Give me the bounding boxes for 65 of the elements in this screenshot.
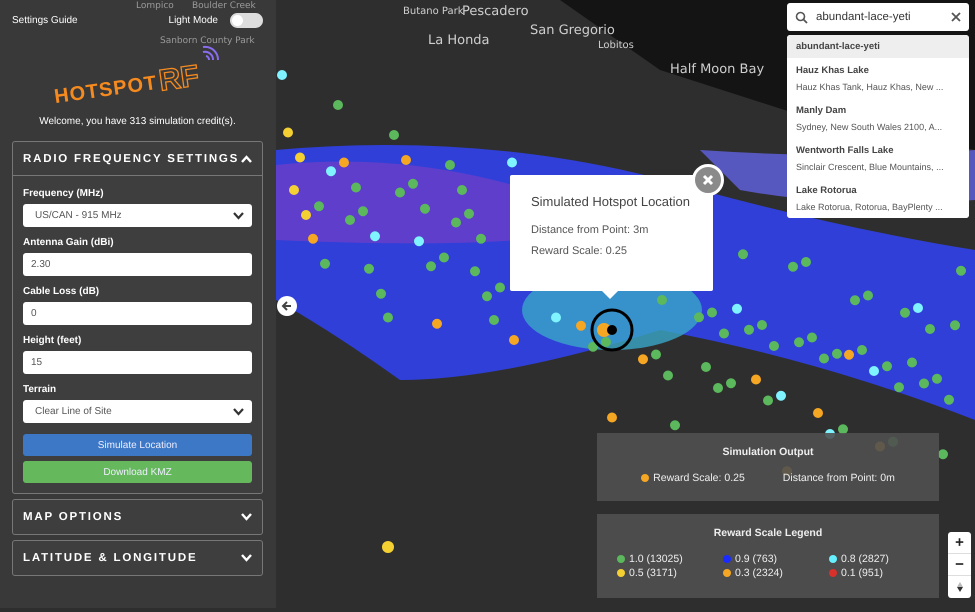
light-mode-label: Light Mode — [168, 14, 218, 26]
result-address: Lake Rotorua, Rotorua, BayPlenty ... — [796, 202, 944, 212]
chevron-icon — [241, 513, 252, 521]
logo-wordmark: HOTSPOT — [52, 72, 158, 110]
select-field[interactable]: Clear Line of Site — [23, 400, 252, 423]
legend-item: 0.8 (2827) — [829, 553, 919, 565]
map-place-label: Pescadero — [462, 4, 529, 19]
compass-icon — [956, 581, 964, 593]
close-icon[interactable] — [951, 12, 961, 22]
input-field[interactable]: 15 — [23, 351, 252, 374]
map-place-label: Boulder Creek — [192, 1, 256, 11]
field-label: Frequency (MHz) — [23, 188, 105, 199]
result-address: Sinclair Crescent, Blue Mountains, ... — [796, 162, 945, 172]
simulate-button[interactable]: Simulate Location — [23, 434, 252, 456]
zoom-in-button[interactable]: + — [948, 532, 971, 554]
field-label: Antenna Gain (dBi) — [23, 237, 115, 248]
section-header[interactable]: LATITUDE & LONGITUDE — [13, 541, 262, 575]
close-icon — [702, 174, 714, 186]
zoom-out-button[interactable]: − — [948, 554, 971, 576]
map-place-label: La Honda — [428, 33, 490, 48]
result-title: Lake Rotorua — [796, 185, 858, 196]
legend-item: 0.3 (2324) — [723, 567, 829, 579]
section-header[interactable]: MAP OPTIONS — [13, 500, 262, 534]
field-label: Terrain — [23, 384, 58, 395]
panel-title: Reward Scale Legend — [714, 527, 822, 539]
welcome-message: Welcome, you have 313 simulation credit(s). — [38, 116, 237, 127]
result-title: Manly Dam — [796, 105, 848, 116]
distance-text: Distance from Point: 0m — [782, 472, 895, 484]
chevron-icon — [241, 154, 252, 162]
input-field[interactable]: 2.30 — [23, 253, 252, 276]
search-result[interactable]: abundant-lace-yeti — [787, 35, 969, 58]
map-place-label: Lobitos — [598, 40, 634, 51]
popup-text: Distance from Point: 3m — [531, 224, 650, 236]
map-place-label: San Gregorio — [530, 23, 615, 38]
input-field[interactable]: 0 — [23, 302, 252, 325]
popup-text: Reward Scale: 0.25 — [531, 245, 628, 257]
legend-item: 0.5 (3171) — [617, 567, 723, 579]
result-title: Hauz Khas Lake — [796, 65, 870, 76]
field-label: Cable Loss (dB) — [23, 286, 100, 297]
chevron-icon — [241, 554, 252, 562]
logo-accent: RF — [157, 59, 202, 99]
search-field[interactable]: abundant-lace-yeti — [787, 3, 969, 31]
section-header[interactable]: RADIO FREQUENCY SETTINGS — [13, 142, 262, 176]
select-field[interactable]: US/CAN - 915 MHz — [23, 204, 252, 227]
light-mode-toggle[interactable] — [230, 12, 263, 28]
legend-item: 1.0 (13025) — [617, 553, 723, 565]
map-place-label: Butano Park — [403, 6, 464, 17]
result-title: abundant-lace-yeti — [796, 41, 881, 52]
result-title: Wentworth Falls Lake — [796, 145, 894, 156]
reward-scale-text: Reward Scale: 0.25 — [641, 472, 745, 484]
result-address: Sydney, New South Wales 2100, A... — [796, 122, 944, 132]
map-place-label: Lompico — [136, 1, 174, 11]
settings-guide-link[interactable]: Settings Guide — [12, 14, 78, 26]
left-arrow-icon — [281, 300, 293, 312]
chevron-icon — [233, 212, 244, 220]
legend-item: 0.1 (951) — [829, 567, 919, 579]
legend-item: 0.9 (763) — [723, 553, 829, 565]
map-place-label: Half Moon Bay — [670, 62, 764, 77]
chevron-icon — [233, 408, 244, 416]
popup-title: Simulated Hotspot Location — [531, 194, 691, 209]
map-place-label: Sanborn County Park — [160, 36, 255, 46]
field-label: Height (feet) — [23, 335, 82, 346]
result-address: Hauz Khas Tank, Hauz Khas, New ... — [796, 82, 944, 92]
search-icon — [795, 10, 808, 24]
panel-title: Simulation Output — [722, 446, 814, 458]
